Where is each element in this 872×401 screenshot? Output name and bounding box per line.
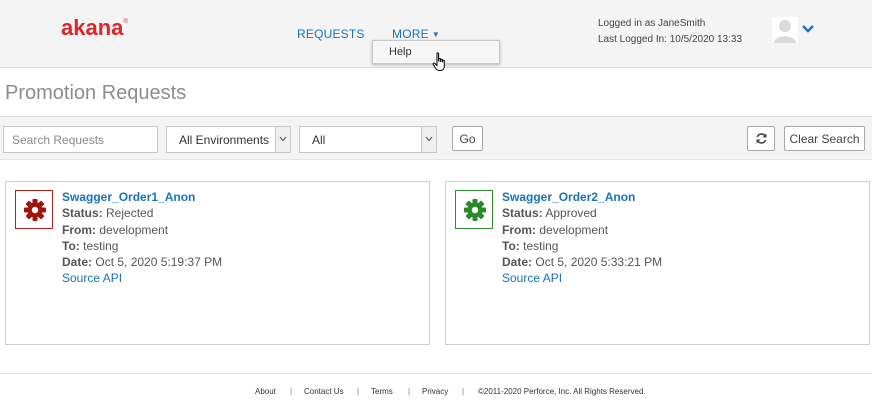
status-label: Status: [62, 206, 103, 221]
status-row: Status: Approved [502, 205, 662, 221]
source-api-link[interactable]: Source API [502, 270, 662, 286]
to-value: testing [83, 238, 119, 253]
footer-separator: | [357, 387, 360, 396]
request-details: Swagger_Order1_Anon Status: Rejected Fro… [62, 189, 222, 287]
approved-status-badge [455, 190, 493, 229]
environment-select-value: All Environments [179, 133, 270, 147]
from-value: development [539, 222, 609, 237]
page-title: Promotion Requests [5, 82, 187, 104]
from-value: development [99, 222, 169, 237]
rejected-status-badge [15, 190, 53, 229]
gear-icon [24, 199, 46, 221]
from-label: From: [502, 222, 536, 237]
to-label: To: [502, 238, 520, 253]
chevron-down-icon[interactable] [421, 127, 436, 152]
date-label: Date: [502, 255, 533, 270]
status-value: Rejected [106, 206, 154, 221]
nav-more-menu[interactable]: MORE ▼ [392, 27, 440, 41]
status-row: Status: Rejected [62, 205, 222, 221]
to-row: To: testing [502, 238, 662, 254]
status-value: Approved [545, 206, 597, 221]
status-select-value: All [312, 133, 326, 147]
from-row: From: development [502, 222, 662, 238]
date-value: Oct 5, 2020 5:19:37 PM [95, 255, 223, 270]
footer-contact-link[interactable]: Contact Us [304, 387, 344, 396]
request-details: Swagger_Order2_Anon Status: Approved Fro… [502, 189, 662, 287]
from-row: From: development [62, 222, 222, 238]
environment-select[interactable]: All Environments [166, 126, 291, 153]
to-row: To: testing [62, 238, 222, 254]
date-row: Date: Oct 5, 2020 5:19:37 PM [62, 254, 222, 270]
date-label: Date: [62, 255, 93, 270]
filter-bar: All Environments All Go Clear Search [0, 116, 872, 160]
source-api-link[interactable]: Source API [62, 270, 222, 286]
akana-logo[interactable]: akana® [61, 15, 128, 41]
footer-copyright: ©2011-2020 Perforce, Inc. All Rights Res… [478, 387, 646, 396]
nav-more-label: MORE [392, 27, 429, 41]
footer-separator: | [408, 387, 411, 396]
to-value: testing [523, 238, 559, 253]
status-select[interactable]: All [299, 126, 437, 153]
request-name-link[interactable]: Swagger_Order2_Anon [502, 189, 662, 205]
refresh-button[interactable] [747, 126, 775, 151]
footer-separator: | [290, 387, 293, 396]
hand-pointer-cursor-icon [432, 52, 448, 72]
request-card: Swagger_Order2_Anon Status: Approved Fro… [445, 181, 870, 345]
user-avatar-icon[interactable] [772, 17, 798, 43]
date-row: Date: Oct 5, 2020 5:33:21 PM [502, 254, 662, 270]
search-requests-input[interactable] [3, 126, 158, 153]
chevron-down-icon[interactable] [275, 127, 290, 152]
to-label: To: [62, 238, 80, 253]
request-name-link[interactable]: Swagger_Order1_Anon [62, 189, 222, 205]
gear-icon [464, 199, 486, 221]
clear-search-button[interactable]: Clear Search [784, 126, 865, 151]
footer-privacy-link[interactable]: Privacy [422, 387, 448, 396]
menu-item-help[interactable]: Help [389, 46, 412, 58]
footer-about-link[interactable]: About [255, 387, 276, 396]
status-label: Status: [502, 206, 543, 221]
user-info: Logged in as JaneSmith Last Logged In: 1… [598, 16, 742, 48]
go-button[interactable]: Go [452, 126, 483, 151]
refresh-icon [756, 133, 767, 144]
chevron-down-icon[interactable] [801, 22, 815, 36]
footer-divider [0, 373, 872, 374]
footer-separator: | [462, 387, 465, 396]
logged-in-as: Logged in as JaneSmith [598, 18, 706, 29]
from-label: From: [62, 222, 96, 237]
request-card: Swagger_Order1_Anon Status: Rejected Fro… [5, 181, 430, 345]
caret-down-icon: ▼ [431, 30, 440, 39]
date-value: Oct 5, 2020 5:33:21 PM [535, 255, 663, 270]
nav-requests-link[interactable]: REQUESTS [297, 27, 365, 41]
last-logged-in: Last Logged In: 10/5/2020 13:33 [598, 34, 743, 45]
footer-terms-link[interactable]: Terms [371, 387, 393, 396]
